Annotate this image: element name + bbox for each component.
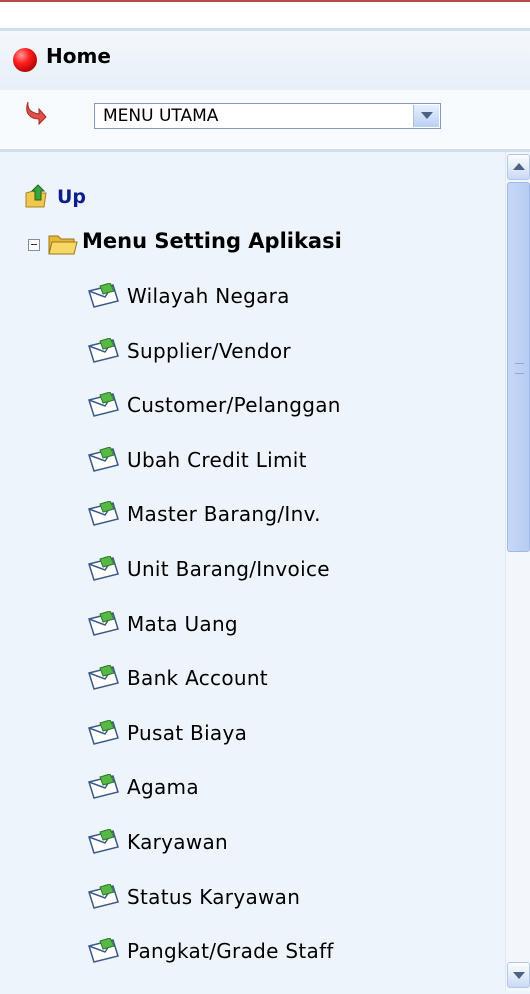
mail-icon: [88, 610, 119, 636]
menu-item-label: Supplier/Vendor: [127, 338, 291, 363]
menu-item-label: Mata Uang: [127, 611, 238, 636]
menu-item-label: Pangkat/Grade Staff: [127, 939, 334, 964]
mail-icon: [88, 883, 119, 909]
menu-item-label: Status Karyawan: [127, 884, 301, 909]
mail-icon: [88, 501, 119, 527]
folder-open-icon: [48, 235, 78, 255]
up-link[interactable]: Up: [57, 186, 86, 208]
scroll-down-icon[interactable]: [507, 962, 530, 988]
mail-icon: [88, 392, 119, 418]
mail-icon: [88, 829, 119, 854]
up-folder-icon: [25, 184, 47, 208]
mail-icon: [88, 665, 119, 691]
mail-icon: [88, 938, 119, 964]
home-icon[interactable]: [13, 48, 37, 72]
menu-item-label: Wilayah Negara: [127, 284, 290, 308]
menu-select[interactable]: MENU UTAMA: [94, 103, 441, 129]
menu-item-label: Ubah Credit Limit: [127, 447, 307, 472]
menu-item-label: Agama: [127, 775, 199, 800]
mail-icon: [88, 337, 119, 363]
mail-icon: [88, 774, 119, 800]
return-arrow-icon: [26, 101, 47, 126]
chevron-down-icon[interactable]: [413, 105, 439, 127]
top-border: [0, 0, 530, 2]
menu-item-label: Unit Barang/Invoice: [127, 557, 330, 581]
folder-label[interactable]: Menu Setting Aplikasi: [82, 229, 342, 253]
menu-item-label: Pusat Biaya: [127, 720, 248, 745]
scrollbar-thumb[interactable]: [507, 182, 530, 552]
menu-item-label: Karyawan: [127, 830, 229, 854]
menu-item-label: Customer/Pelanggan: [127, 393, 341, 418]
mail-icon: [88, 719, 119, 745]
mail-icon: [88, 283, 119, 308]
menu-item-label: Bank Account: [127, 666, 268, 691]
mail-icon: [88, 556, 119, 581]
vertical-scrollbar[interactable]: [505, 152, 530, 991]
menu-item-label: Master Barang/Inv.: [127, 502, 321, 527]
mail-icon: [88, 446, 119, 472]
scroll-up-icon[interactable]: [507, 154, 530, 180]
menu-select-value: MENU UTAMA: [103, 106, 219, 126]
collapse-icon[interactable]: [28, 239, 40, 251]
home-link[interactable]: Home: [46, 44, 111, 68]
